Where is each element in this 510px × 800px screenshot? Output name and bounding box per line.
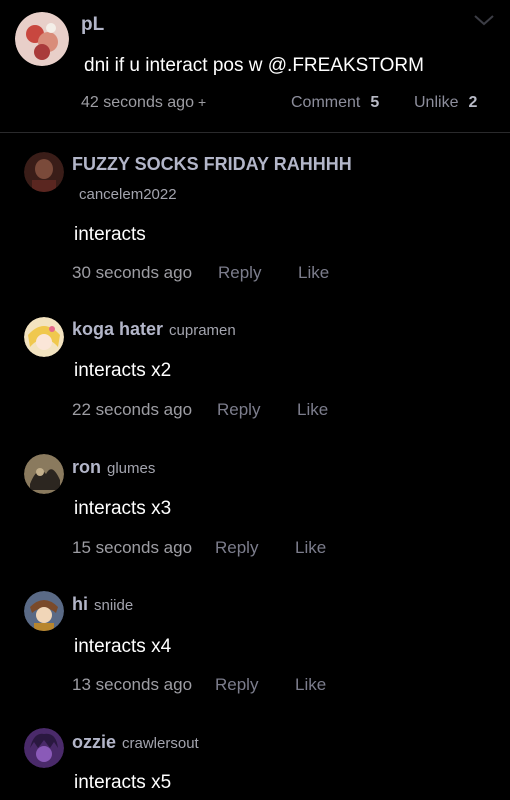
comment-username[interactable]: cupramen [169,322,236,339]
comment-display-name-text: ron [72,457,101,477]
like-button[interactable]: Like [295,675,326,695]
original-post: pL dni if u interact pos w @.FREAKSTORM … [0,0,510,133]
comment-text: interacts x3 [74,498,172,519]
comment-avatar[interactable] [24,591,64,631]
post-author-name[interactable]: pL [81,14,104,36]
avatar-icon [24,591,64,631]
avatar-icon [24,317,64,357]
comment-text: interacts x5 [74,772,172,793]
reply-button[interactable]: Reply [218,263,261,283]
comment-text: interacts x2 [74,360,172,381]
comment-count: 5 [370,94,380,111]
comment-avatar[interactable] [24,454,64,494]
like-button[interactable]: Like [297,400,328,420]
comment-display-name[interactable]: FUZZY SOCKS FRIDAY RAHHHH [72,154,352,175]
comment-username[interactable]: glumes [107,460,155,477]
comment-display-name[interactable]: ozzie crawlersout [72,732,199,753]
like-button[interactable]: Like [295,538,326,558]
comment-display-name-text: koga hater [72,319,164,339]
chevron-down-icon[interactable] [472,12,496,28]
like-button[interactable]: Like [298,263,329,283]
comment-display-name[interactable]: koga hater cupramen [72,319,236,340]
post-author-avatar[interactable] [15,12,69,66]
unlike-label: Unlike [414,94,459,111]
comment-username[interactable]: sniide [94,597,133,614]
comment-avatar[interactable] [24,728,64,768]
reply-button[interactable]: Reply [217,400,260,420]
plus-icon[interactable]: + [198,94,206,110]
comment-display-name[interactable]: hi sniide [72,594,133,615]
comment-username[interactable]: cancelem2022 [79,186,177,203]
comment-display-name-text: ozzie [72,732,117,752]
avatar-icon [24,728,64,768]
comment-display-name[interactable]: ron glumes [72,457,155,478]
post-time-label: 42 seconds ago [81,94,194,111]
comment-username[interactable]: crawlersout [122,735,199,752]
comment-button[interactable]: Comment 5 [291,94,379,112]
comment-display-name-text: hi [72,594,88,614]
comment-timestamp: 30 seconds ago [72,263,193,282]
reply-button[interactable]: Reply [215,675,258,695]
post-text: dni if u interact pos w @.FREAKSTORM [84,55,424,76]
avatar-icon [15,12,69,66]
comment-timestamp: 13 seconds ago [72,675,193,694]
comment-avatar[interactable] [24,317,64,357]
comment-label: Comment [291,94,361,111]
avatar-icon [24,152,64,192]
comment-avatar[interactable] [24,152,64,192]
unlike-button[interactable]: Unlike 2 [414,94,477,112]
comment-timestamp: 15 seconds ago [72,538,193,557]
avatar-icon [24,454,64,494]
comment-timestamp: 22 seconds ago [72,400,193,419]
comment-text: interacts [74,224,146,245]
reply-button[interactable]: Reply [215,538,258,558]
post-timestamp: 42 seconds ago + [81,94,206,112]
comment-text: interacts x4 [74,636,172,657]
like-count: 2 [468,94,478,111]
